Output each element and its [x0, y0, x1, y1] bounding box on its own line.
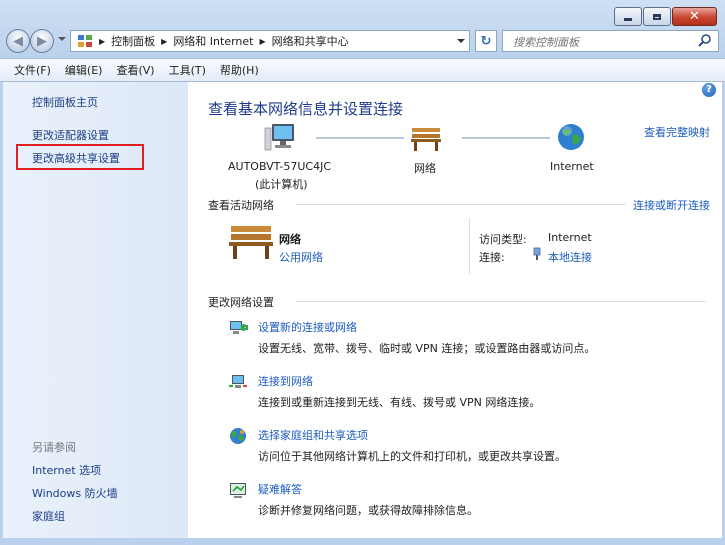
connection-label: 连接:: [479, 251, 505, 264]
side-link-homegroup[interactable]: 家庭组: [32, 508, 65, 524]
close-icon: ✕: [689, 9, 700, 24]
breadcrumb-network-internet[interactable]: 网络和 Internet: [173, 33, 253, 49]
recent-pages-dropdown[interactable]: [58, 37, 66, 41]
breadcrumb-separator-icon: ▶: [99, 36, 106, 46]
close-button[interactable]: ✕: [672, 7, 717, 26]
forward-button[interactable]: ▶: [30, 29, 54, 53]
ethernet-icon: [533, 247, 541, 260]
connect-network-icon: [229, 375, 247, 388]
local-connection-link[interactable]: 本地连接: [548, 249, 592, 265]
menu-file[interactable]: 文件(F): [14, 62, 51, 78]
new-connection-icon: [230, 321, 248, 334]
access-type-value: Internet: [548, 231, 592, 244]
search-icon[interactable]: [698, 33, 712, 47]
maximize-button[interactable]: [643, 7, 671, 26]
breadcrumb-control-panel[interactable]: 控制面板: [111, 33, 155, 49]
control-panel-icon: [78, 35, 92, 47]
help-icon: ?: [706, 84, 712, 95]
menu-bar: 文件(F) 编辑(E) 查看(V) 工具(T) 帮助(H): [0, 58, 725, 82]
breadcrumb-separator-icon: ▶: [259, 36, 266, 46]
map-internet-label: Internet: [550, 160, 594, 173]
refresh-button[interactable]: ↻: [475, 30, 497, 52]
task-homegroup-link[interactable]: 选择家庭组和共享选项: [258, 427, 368, 443]
computer-name-label: AUTOBVT-57UC4JC: [228, 160, 332, 173]
homegroup-icon: [230, 428, 246, 444]
see-full-map-link[interactable]: 查看完整映射: [644, 124, 710, 140]
caption-buttons: ✕: [614, 7, 717, 26]
breadcrumb-network-sharing-center[interactable]: 网络和共享中心: [272, 33, 349, 49]
menu-edit[interactable]: 编辑(E): [65, 62, 103, 78]
back-arrow-icon: ◀: [13, 33, 23, 49]
task-troubleshoot-desc: 诊断并修复网络问题，或获得故障排除信息。: [258, 504, 478, 517]
search-box: [502, 30, 719, 52]
menu-view[interactable]: 查看(V): [116, 62, 154, 78]
page-title: 查看基本网络信息并设置连接: [208, 100, 404, 118]
active-network-name: 网络: [279, 233, 301, 246]
computer-sub-label: (此计算机): [255, 178, 308, 191]
help-button[interactable]: ?: [702, 83, 716, 97]
maximize-icon: [653, 13, 661, 20]
internet-globe-icon: [558, 124, 584, 150]
highlight-box: [16, 144, 144, 170]
breadcrumb-separator-icon: ▶: [161, 36, 168, 46]
task-connect-network-desc: 连接到或重新连接到无线、有线、拨号或 VPN 网络连接。: [258, 396, 541, 409]
public-network-link[interactable]: 公用网络: [279, 249, 323, 265]
computer-icon: [264, 124, 294, 151]
change-settings-header: 更改网络设置: [208, 296, 274, 309]
refresh-icon: ↻: [480, 33, 492, 49]
section-divider: [296, 301, 706, 302]
bench-network-icon: [229, 226, 273, 259]
side-link-control-panel-home[interactable]: 控制面板主页: [32, 94, 98, 110]
navigation-bar: ◀ ▶ ▶ 控制面板 ▶ 网络和 Internet ▶ 网络和共享中心 ↻: [6, 29, 719, 53]
task-setup-connection-desc: 设置无线、宽带、拨号、临时或 VPN 连接；或设置路由器或访问点。: [258, 342, 596, 355]
address-bar[interactable]: ▶ 控制面板 ▶ 网络和 Internet ▶ 网络和共享中心: [70, 30, 470, 52]
map-connector-line: [462, 137, 550, 139]
side-link-adapter-settings[interactable]: 更改适配器设置: [32, 127, 109, 143]
search-input[interactable]: [511, 32, 695, 52]
menu-help[interactable]: 帮助(H): [220, 62, 259, 78]
side-link-internet-options[interactable]: Internet 选项: [32, 462, 101, 478]
task-setup-connection-link[interactable]: 设置新的连接或网络: [258, 319, 357, 335]
main-content: ? 查看基本网络信息并设置连接 查看完整映射 AUTOBVT-57UC4JC (…: [188, 82, 722, 538]
minimize-icon: [624, 17, 632, 21]
window: ✕ ◀ ▶ ▶ 控制面板 ▶ 网络和 Internet ▶ 网络和共享中心 ↻: [0, 0, 725, 545]
column-divider: [469, 218, 470, 274]
see-also-heading: 另请参阅: [32, 441, 76, 454]
forward-arrow-icon: ▶: [37, 33, 47, 49]
back-button[interactable]: ◀: [6, 29, 30, 53]
bench-network-icon: [411, 128, 441, 151]
section-divider: [296, 204, 626, 205]
active-networks-header: 查看活动网络: [208, 199, 274, 212]
minimize-button[interactable]: [614, 7, 642, 26]
side-link-windows-firewall[interactable]: Windows 防火墙: [32, 485, 118, 501]
connect-disconnect-link[interactable]: 连接或断开连接: [633, 197, 710, 213]
troubleshoot-icon: [230, 483, 246, 498]
task-troubleshoot-link[interactable]: 疑难解答: [258, 481, 302, 497]
menu-tools[interactable]: 工具(T): [169, 62, 206, 78]
map-network-label: 网络: [414, 162, 436, 175]
side-panel: 控制面板主页 更改适配器设置 更改高级共享设置 另请参阅 Internet 选项…: [3, 82, 188, 538]
address-dropdown-icon[interactable]: [457, 39, 465, 43]
task-homegroup-desc: 访问位于其他网络计算机上的文件和打印机，或更改共享设置。: [258, 450, 566, 463]
task-connect-network-link[interactable]: 连接到网络: [258, 373, 313, 389]
map-connector-line: [316, 137, 404, 139]
access-type-label: 访问类型:: [479, 233, 527, 246]
